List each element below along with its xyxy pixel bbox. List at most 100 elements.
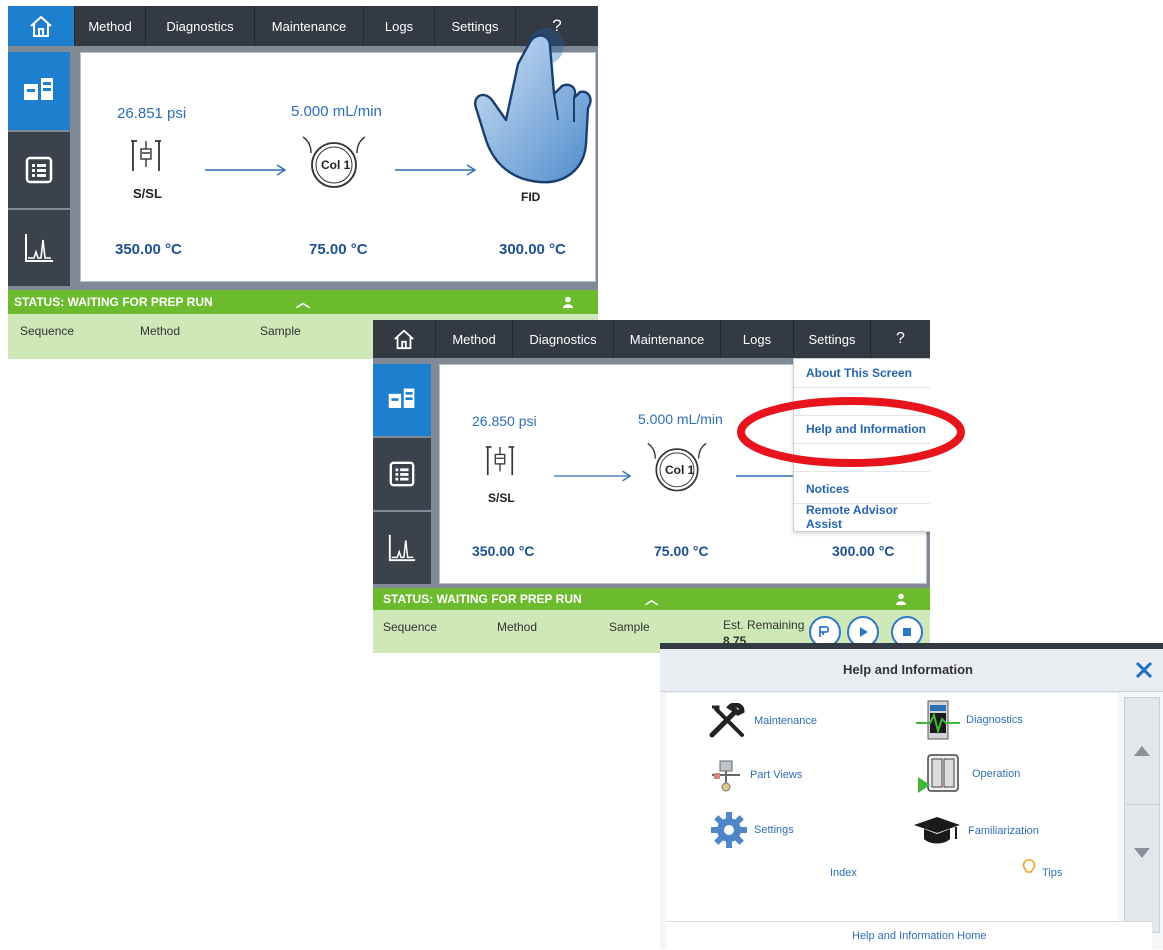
help-title: Help and Information <box>843 662 973 677</box>
screen-middle: Method Diagnostics Maintenance Logs Sett… <box>373 320 930 653</box>
pressure-value: 26.851 psi <box>117 105 187 122</box>
user-icon[interactable] <box>562 296 574 308</box>
help-item-diagnostics[interactable]: Diagnostics <box>916 699 1023 741</box>
scroll-down-icon[interactable] <box>1134 848 1150 858</box>
menu-remote-advisor-assist[interactable]: Remote Advisor Assist <box>794 503 930 531</box>
diagnostics-icon <box>916 700 960 740</box>
tab-method[interactable]: Method <box>74 6 145 46</box>
help-home-link[interactable]: Help and Information Home <box>852 930 987 942</box>
menu-notices[interactable]: Notices <box>794 475 930 504</box>
status-bar[interactable]: STATUS: WAITING FOR PREP RUN ︿ <box>8 290 598 314</box>
flow-arrow-1 <box>205 164 287 176</box>
help-window: Help and Information Maintenance Diagnos… <box>660 643 1163 950</box>
column-label: Col 1 <box>321 158 351 172</box>
operation-icon <box>918 754 959 793</box>
oven-temp: 75.00 °C <box>309 241 368 258</box>
tab-help-2[interactable]: ? <box>870 320 930 358</box>
sequence-header: Sequence <box>20 324 75 338</box>
help-item-part-views[interactable]: Part Views <box>708 757 802 793</box>
help-item-familiarization[interactable]: Familiarization <box>912 815 1039 847</box>
help-item-settings[interactable]: Settings <box>710 811 794 849</box>
chromatogram-icon <box>388 534 416 562</box>
list-icon <box>25 156 53 184</box>
chevron-up-icon[interactable]: ︿ <box>296 292 310 312</box>
tab-settings-2[interactable]: Settings <box>793 320 870 358</box>
inlet-icon <box>131 140 161 171</box>
side-button-list[interactable] <box>8 132 70 208</box>
graduation-cap-icon <box>914 817 960 844</box>
flow-arrow-2 <box>736 475 796 477</box>
tab-logs[interactable]: Logs <box>363 6 434 46</box>
list-icon <box>389 461 415 487</box>
side-button-chromatogram[interactable] <box>8 210 70 286</box>
help-item-maintenance-label: Maintenance <box>754 715 817 727</box>
help-item-operation-label: Operation <box>972 768 1021 780</box>
help-item-settings-label: Settings <box>754 824 794 836</box>
prep-run-icon <box>819 626 830 637</box>
inlet-temp: 350.00 °C <box>115 241 182 258</box>
side-button-list-2[interactable] <box>373 438 431 510</box>
help-item-operation[interactable]: Operation <box>916 751 1020 797</box>
help-item-familiarization-label: Familiarization <box>968 825 1039 837</box>
inlet-label-2: S/SL <box>488 491 515 505</box>
column-label-2: Col 1 <box>665 463 695 477</box>
menu-about-this-screen[interactable]: About This Screen <box>794 359 930 388</box>
play-icon <box>860 627 868 637</box>
sequence-header-2: Sequence <box>383 620 438 634</box>
help-item-maintenance[interactable]: Maintenance <box>708 703 817 739</box>
detector-temp-2: 300.00 °C <box>832 543 895 559</box>
chevron-up-icon[interactable]: ︿ <box>645 589 658 608</box>
status-text-2: STATUS: WAITING FOR PREP RUN <box>383 592 582 606</box>
flow-arrow-1 <box>554 470 632 482</box>
home-icon <box>30 15 52 37</box>
side-nav <box>8 46 74 290</box>
tab-method-2[interactable]: Method <box>435 320 512 358</box>
pointing-hand-icon <box>474 28 592 184</box>
close-icon[interactable] <box>1134 660 1154 680</box>
side-button-chromatogram-2[interactable] <box>373 512 431 584</box>
home-icon <box>394 329 414 350</box>
help-item-diagnostics-label: Diagnostics <box>966 714 1023 726</box>
tab-logs-2[interactable]: Logs <box>720 320 793 358</box>
est-remaining-label: Est. Remaining <box>723 618 805 632</box>
method-header-2: Method <box>497 620 538 634</box>
home-button[interactable] <box>8 6 74 46</box>
help-index-link[interactable]: Index <box>830 867 857 879</box>
side-button-flow[interactable] <box>8 52 70 130</box>
lightbulb-icon <box>1022 859 1036 873</box>
help-item-part-views-label: Part Views <box>750 769 803 781</box>
flow-diagram-icon <box>388 388 415 408</box>
tab-maintenance-2[interactable]: Maintenance <box>613 320 720 358</box>
help-header: Help and Information <box>660 649 1163 692</box>
part-views-icon <box>712 760 740 792</box>
sample-header-2: Sample <box>609 620 650 634</box>
chromatogram-icon <box>25 234 53 262</box>
help-footer[interactable]: Help and Information Home <box>666 921 1152 950</box>
stop-icon <box>903 628 911 636</box>
flow-value-2: 5.000 mL/min <box>638 411 723 427</box>
pressure-value-2: 26.850 psi <box>472 413 537 429</box>
flow-value: 5.000 mL/min <box>291 103 382 120</box>
wrench-screwdriver-icon <box>709 703 745 738</box>
highlight-ellipse <box>737 397 965 467</box>
status-text: STATUS: WAITING FOR PREP RUN <box>14 295 213 309</box>
tab-diagnostics[interactable]: Diagnostics <box>145 6 254 46</box>
scrollbar-divider <box>1125 804 1159 805</box>
side-nav-2 <box>373 358 435 588</box>
tab-maintenance[interactable]: Maintenance <box>254 6 363 46</box>
scroll-up-icon[interactable] <box>1134 746 1150 756</box>
help-scrollbar[interactable] <box>1124 697 1160 933</box>
inlet-label: S/SL <box>133 186 162 201</box>
oven-temp-2: 75.00 °C <box>654 543 709 559</box>
tab-diagnostics-2[interactable]: Diagnostics <box>512 320 613 358</box>
status-bar-2[interactable]: STATUS: WAITING FOR PREP RUN ︿ <box>373 588 930 610</box>
top-nav-bar-2: Method Diagnostics Maintenance Logs Sett… <box>373 320 930 358</box>
help-tips-link[interactable]: Tips <box>1042 867 1062 879</box>
home-button-2[interactable] <box>373 320 435 358</box>
method-header: Method <box>140 324 181 338</box>
user-icon[interactable] <box>895 593 907 605</box>
side-button-flow-2[interactable] <box>373 364 431 436</box>
flow-diagram-icon <box>24 78 53 100</box>
detector-label: FID <box>521 190 541 204</box>
inlet-temp-2: 350.00 °C <box>472 543 535 559</box>
